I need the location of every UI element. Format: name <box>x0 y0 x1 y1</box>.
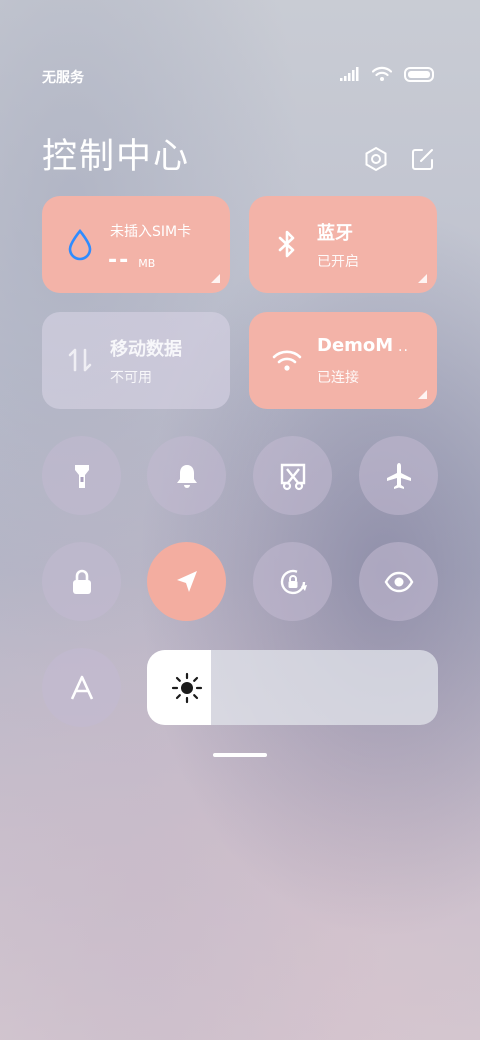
expand-corner-icon <box>418 274 427 283</box>
expand-corner-icon <box>418 390 427 399</box>
status-icons <box>340 66 434 82</box>
wifi-icon <box>272 350 302 371</box>
lock-screen-toggle[interactable] <box>42 542 121 621</box>
signal-icon <box>340 67 359 81</box>
wifi-name-overflow: ·· <box>398 343 409 359</box>
reading-mode-toggle[interactable] <box>359 542 438 621</box>
wifi-network-name: DemoM <box>317 335 394 356</box>
bluetooth-tile[interactable]: 蓝牙 已开启 <box>249 196 437 293</box>
home-indicator[interactable] <box>213 753 267 757</box>
flashlight-icon <box>74 464 89 488</box>
airplane-mode-toggle[interactable] <box>359 436 438 515</box>
bluetooth-status: 已开启 <box>317 254 359 270</box>
data-usage-title: 未插入SIM卡 <box>110 224 192 240</box>
data-usage-amount: -- <box>108 248 131 273</box>
rotation-lock-toggle[interactable] <box>253 542 332 621</box>
rotation-lock-icon <box>280 569 307 594</box>
carrier-label: 无服务 <box>42 70 84 86</box>
settings-icon[interactable] <box>362 145 390 173</box>
wifi-status: 已连接 <box>317 370 359 386</box>
bell-icon <box>176 464 197 488</box>
expand-corner-icon <box>211 274 220 283</box>
mobile-data-tile[interactable]: 移动数据 不可用 <box>42 312 230 409</box>
mobile-data-title: 移动数据 <box>110 339 182 360</box>
status-bar: 无服务 <box>0 0 480 100</box>
airplane-icon <box>386 462 411 489</box>
eye-icon <box>384 571 413 592</box>
edit-icon[interactable] <box>409 145 437 173</box>
data-usage-value: -- MB <box>108 248 155 273</box>
lock-icon <box>72 569 91 594</box>
battery-icon <box>404 66 434 82</box>
flashlight-toggle[interactable] <box>42 436 121 515</box>
screenshot-toggle[interactable] <box>253 436 332 515</box>
wifi-tile[interactable]: DemoM 已连接 <box>249 312 437 409</box>
bluetooth-title: 蓝牙 <box>317 223 353 244</box>
page-title: 控制中心 <box>42 137 191 177</box>
screenshot-icon <box>280 463 305 490</box>
wifi-icon <box>372 66 392 81</box>
location-arrow-icon <box>176 570 197 592</box>
brightness-slider[interactable] <box>147 650 438 725</box>
mobile-data-status: 不可用 <box>110 370 152 386</box>
data-usage-unit: MB <box>138 257 156 270</box>
data-usage-tile[interactable]: 未插入SIM卡 -- MB <box>42 196 230 293</box>
sound-toggle[interactable] <box>147 436 226 515</box>
data-transfer-icon <box>68 348 92 372</box>
sun-icon <box>171 672 203 704</box>
location-toggle[interactable] <box>147 542 226 621</box>
bluetooth-icon <box>278 230 295 258</box>
font-size-button[interactable] <box>42 648 121 727</box>
water-drop-icon <box>68 228 92 261</box>
font-icon <box>70 675 93 700</box>
